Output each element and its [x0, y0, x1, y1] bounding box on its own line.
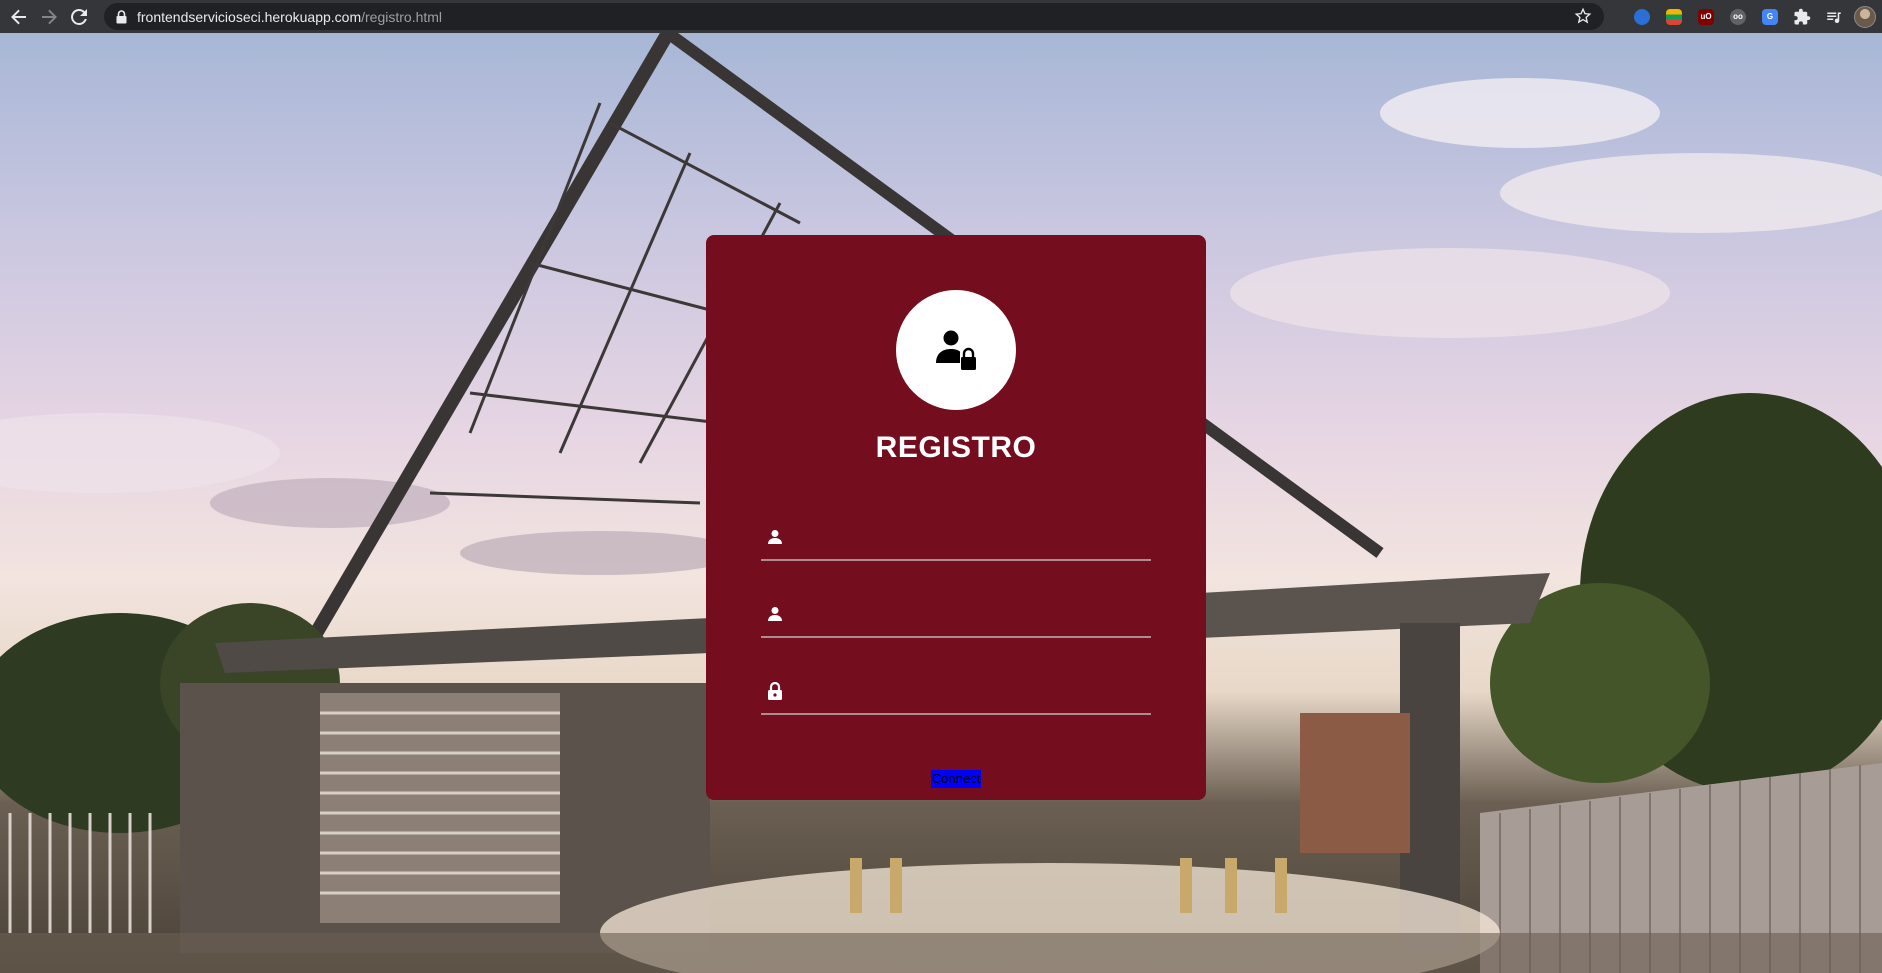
lock-icon — [116, 9, 127, 23]
password-field — [761, 669, 1151, 715]
url-host: frontendservicioseci.herokuapp.com — [137, 8, 362, 25]
user-icon — [764, 526, 786, 548]
submit-row: Connect — [706, 770, 1206, 788]
user-icon — [764, 603, 786, 625]
page-viewport: REGISTRO Connect — [0, 33, 1882, 973]
password-input[interactable] — [800, 669, 1151, 713]
reading-list-icon — [1827, 12, 1841, 23]
owl-extension-icon: oo — [1730, 8, 1746, 25]
extension-1[interactable] — [1630, 5, 1654, 29]
star-icon[interactable] — [1574, 7, 1592, 25]
extensions-icon — [1794, 8, 1811, 24]
address-bar[interactable]: frontendservicioseci.herokuapp.com/regis… — [104, 3, 1604, 30]
back-arrow-icon — [11, 9, 26, 24]
forward-button[interactable] — [34, 3, 64, 31]
forward-arrow-icon — [42, 9, 57, 24]
color-extension-icon — [1666, 8, 1682, 25]
username-input[interactable] — [800, 515, 1151, 559]
ublock-icon: uO — [1698, 8, 1714, 25]
browser-toolbar: frontendservicioseci.herokuapp.com/regis… — [0, 0, 1882, 33]
reload-icon — [71, 8, 87, 25]
url-path: /registro.html — [361, 8, 443, 25]
avatar-circle — [896, 290, 1016, 410]
extensions-area: uO oo G — [1630, 0, 1882, 33]
email-field — [761, 592, 1151, 638]
extension-5[interactable]: G — [1758, 5, 1782, 29]
extension-4[interactable]: oo — [1726, 5, 1750, 29]
translate-icon: G — [1762, 8, 1778, 25]
page-title: REGISTRO — [875, 431, 1037, 464]
connect-button[interactable]: Connect — [930, 770, 982, 788]
reload-button[interactable] — [64, 3, 94, 31]
back-button[interactable] — [4, 3, 34, 31]
user-lock-icon — [936, 330, 976, 370]
reading-list-button[interactable] — [1822, 5, 1846, 29]
username-field — [761, 515, 1151, 561]
extensions-button[interactable] — [1790, 5, 1814, 29]
lock-icon — [764, 680, 786, 702]
extension-2[interactable] — [1662, 5, 1686, 29]
browser-extension-icon — [1634, 8, 1650, 25]
register-card: REGISTRO Connect — [706, 235, 1206, 800]
profile-avatar[interactable] — [1854, 5, 1876, 28]
second-user-input[interactable] — [800, 592, 1151, 636]
extension-3[interactable]: uO — [1694, 5, 1718, 29]
